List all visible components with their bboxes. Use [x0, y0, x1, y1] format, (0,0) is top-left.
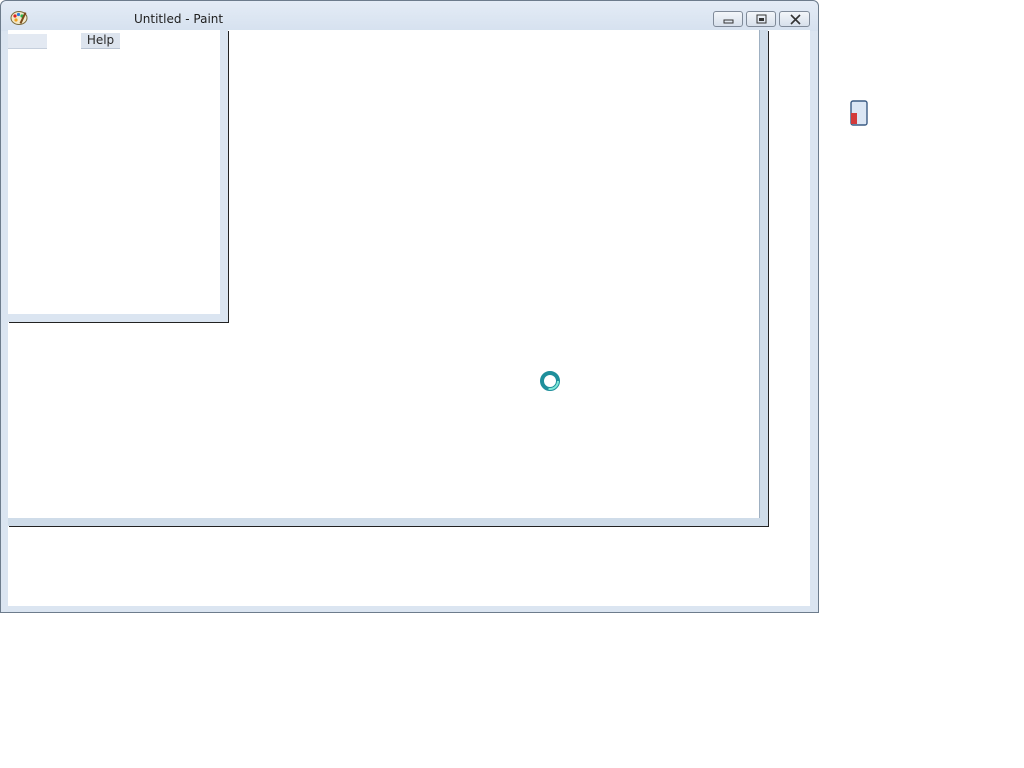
- canvas-edge: [759, 30, 760, 518]
- busy-spinner-icon: [539, 370, 561, 392]
- menu-item-help[interactable]: Help: [81, 33, 120, 49]
- restore-icon: [756, 14, 767, 24]
- maximize-button[interactable]: [746, 11, 776, 27]
- paint-palette-icon[interactable]: [10, 10, 28, 26]
- minimize-icon: [723, 19, 734, 24]
- minimize-button[interactable]: [713, 11, 743, 27]
- close-icon: [790, 14, 801, 25]
- close-button[interactable]: [779, 11, 810, 27]
- app-shortcut-icon[interactable]: [849, 100, 868, 126]
- menu-item-blank[interactable]: [8, 34, 47, 49]
- window-title: Untitled - Paint: [134, 12, 224, 26]
- title-bar[interactable]: Untitled - Paint: [1, 1, 818, 31]
- menu-panel: Help: [8, 30, 228, 322]
